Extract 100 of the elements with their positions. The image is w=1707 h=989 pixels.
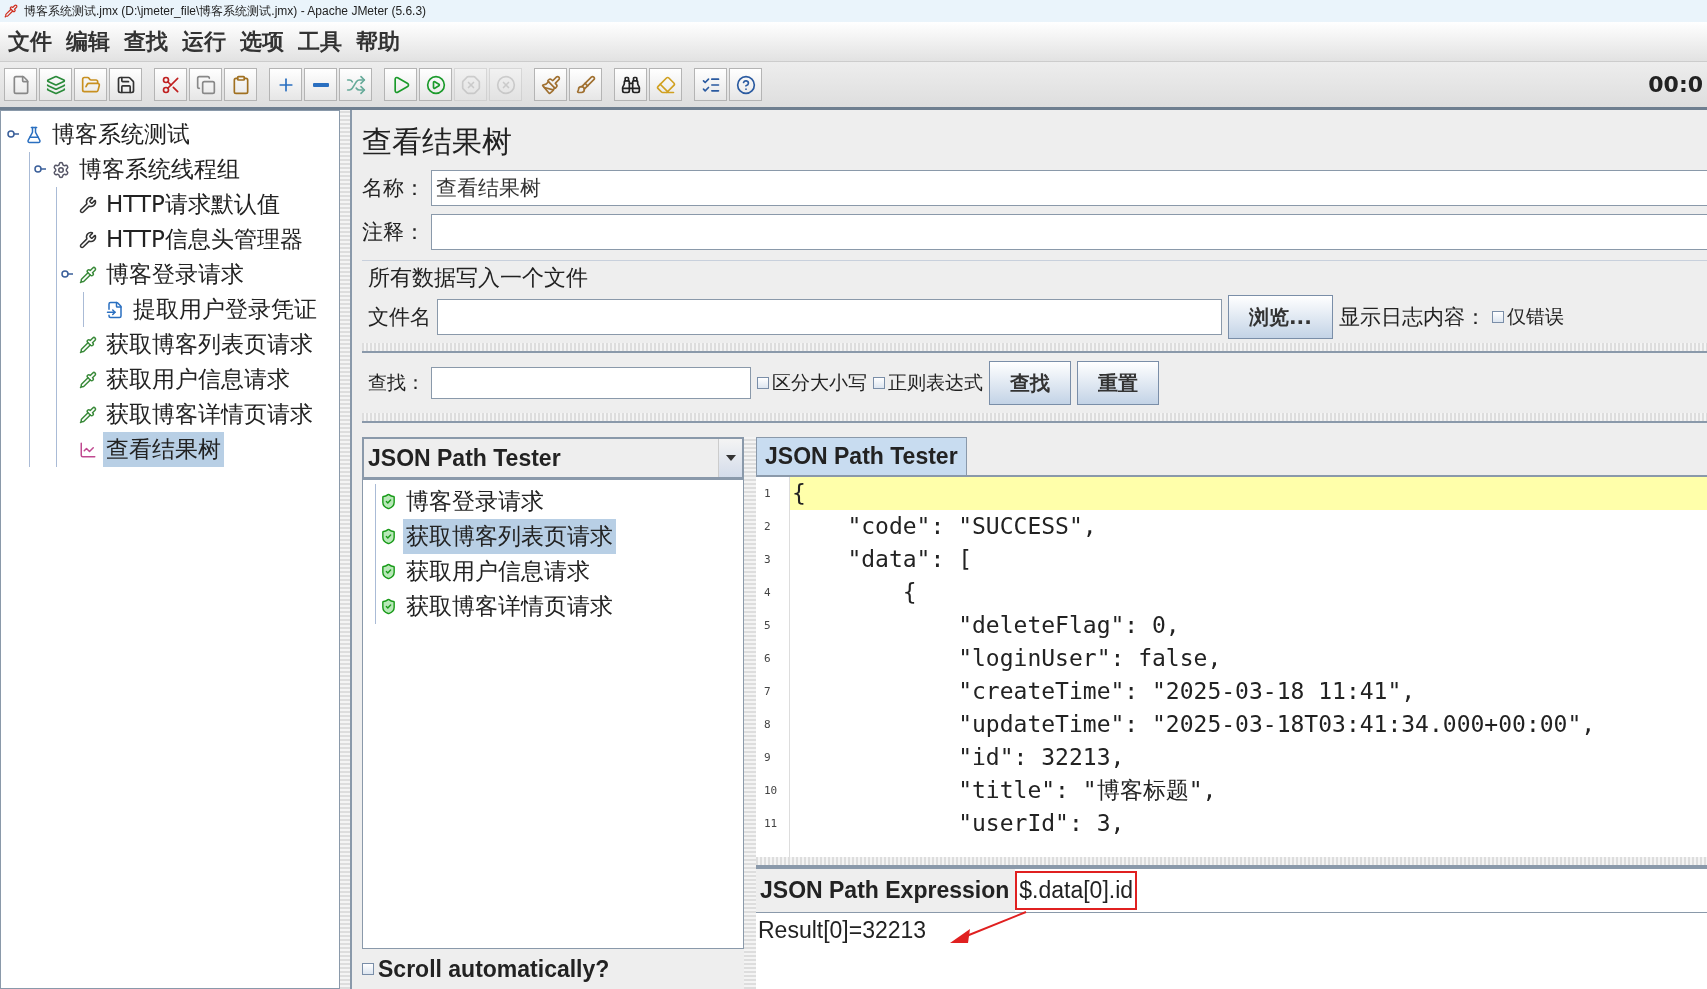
- binoculars-icon: [620, 74, 641, 95]
- line-number: 10: [763, 783, 779, 799]
- code-line: "data": [: [846, 545, 973, 574]
- menu-item[interactable]: 帮助: [356, 26, 400, 57]
- tree-item[interactable]: 博客系统线程组: [76, 152, 243, 187]
- shield-check-icon: [380, 598, 397, 615]
- save-icon: [115, 74, 136, 95]
- splitter-handle[interactable]: [362, 413, 1707, 423]
- line-number: 11: [763, 816, 779, 832]
- name-field[interactable]: 查看结果树: [431, 170, 1707, 206]
- menu-item[interactable]: 文件: [8, 26, 52, 57]
- pipette-icon: [79, 370, 97, 389]
- result-item[interactable]: 获取博客列表页请求: [403, 519, 616, 554]
- browse-button[interactable]: 浏览...: [1228, 295, 1333, 339]
- reset-button[interactable]: 重置: [1077, 361, 1159, 405]
- tree-item[interactable]: 提取用户登录凭证: [130, 292, 320, 327]
- splitter-handle[interactable]: [340, 110, 352, 989]
- line-number: 9: [763, 750, 772, 766]
- code-line: "updateTime": "2025-03-18T03:41:34.000+00:00",: [957, 710, 1597, 739]
- tree-item[interactable]: 获取用户信息请求: [103, 362, 293, 397]
- app-icon: [4, 4, 18, 18]
- renderer-dropdown[interactable]: JSON Path Tester: [362, 437, 744, 479]
- shield-check-icon: [380, 528, 397, 545]
- code-line: "id": 32213,: [957, 743, 1126, 772]
- splitter-handle[interactable]: [362, 343, 1707, 353]
- expanded-handle-icon[interactable]: [7, 128, 19, 140]
- line-number: 2: [763, 519, 772, 535]
- tree-item[interactable]: HTTP信息头管理器: [103, 222, 306, 257]
- window-title: 博客系统测试.jmx (D:\jmeter_file\博客系统测试.jmx) - Apache JMeter (5.6.3): [24, 2, 427, 20]
- expanded-handle-icon[interactable]: [34, 163, 46, 175]
- expanded-handle-icon[interactable]: [61, 268, 73, 280]
- code-line: {: [901, 578, 918, 607]
- line-number: 3: [763, 552, 772, 568]
- search-field[interactable]: [431, 367, 751, 399]
- menu-item[interactable]: 工具: [298, 26, 342, 57]
- toolbar-button[interactable]: [694, 68, 727, 101]
- shield-check-icon: [380, 493, 397, 510]
- result-item[interactable]: 博客登录请求: [403, 484, 547, 519]
- tree-item[interactable]: HTTP请求默认值: [103, 187, 283, 222]
- code-line: "createTime": "2025-03-18 11:41",: [957, 677, 1417, 706]
- line-number: 4: [763, 585, 772, 601]
- scroll-checkbox[interactable]: [362, 963, 374, 975]
- splitter-handle[interactable]: [756, 857, 1707, 867]
- code-line: "userId": 3,: [957, 809, 1126, 838]
- line-number: 6: [763, 651, 772, 667]
- pipette-icon: [79, 335, 97, 354]
- tree-item[interactable]: 查看结果树: [103, 432, 224, 467]
- tab[interactable]: JSON Path Tester: [756, 437, 967, 475]
- tree-item[interactable]: 获取博客列表页请求: [103, 327, 316, 362]
- toolbar-button[interactable]: [729, 68, 762, 101]
- regex-checkbox[interactable]: 正则表达式: [873, 370, 983, 396]
- stop-icon: [460, 74, 481, 95]
- scissors-icon: [160, 74, 181, 95]
- field-label: 查找：: [368, 370, 425, 395]
- comment-field[interactable]: [431, 214, 1707, 250]
- brush-icon: [540, 74, 561, 95]
- splitter-handle[interactable]: [744, 437, 756, 989]
- wrench-icon: [79, 195, 97, 214]
- chart-icon: [79, 440, 97, 459]
- code-line: "title": "博客标题",: [957, 776, 1218, 805]
- pipette-icon: [79, 405, 97, 424]
- field-label: 注释：: [362, 219, 425, 246]
- find-button[interactable]: 查找: [989, 361, 1071, 405]
- shuffle-icon: [345, 74, 366, 95]
- pipette-icon: [79, 265, 97, 284]
- menu-item[interactable]: 运行: [182, 26, 226, 57]
- menu-item[interactable]: 编辑: [66, 26, 110, 57]
- line-number: 8: [763, 717, 772, 733]
- copy-icon: [195, 74, 216, 95]
- field-label: 文件名: [368, 304, 431, 331]
- wrench-icon: [79, 230, 97, 249]
- flask-icon: [25, 125, 43, 144]
- tree-item[interactable]: 获取博客详情页请求: [103, 397, 316, 432]
- tree-item[interactable]: 博客登录请求: [103, 257, 247, 292]
- menu-item[interactable]: 选项: [240, 26, 284, 57]
- field-label: 名称：: [362, 175, 425, 202]
- filename-field[interactable]: [437, 299, 1222, 335]
- shield-check-icon: [380, 563, 397, 580]
- code-line: "loginUser": false,: [957, 644, 1223, 673]
- play-circle-icon: [425, 74, 446, 95]
- help-icon: [735, 74, 756, 95]
- tree-item[interactable]: 博客系统测试: [49, 117, 193, 152]
- expression-label: JSON Path Expression: [759, 877, 1010, 904]
- elapsed-timer: 00:0: [1648, 72, 1703, 97]
- toolbar-button[interactable]: [109, 68, 142, 101]
- expression-field[interactable]: $.data[0].id: [1015, 869, 1707, 912]
- case-sensitive-checkbox[interactable]: 区分大小写: [757, 370, 867, 396]
- menu-item[interactable]: 查找: [124, 26, 168, 57]
- panel-title: 查看结果树: [362, 123, 513, 161]
- result-item[interactable]: 获取用户信息请求: [403, 554, 593, 589]
- minus-icon: [312, 82, 329, 87]
- caret-icon: [725, 455, 736, 461]
- result-item[interactable]: 获取博客详情页请求: [403, 589, 616, 624]
- section-title: 所有数据写入一个文件: [367, 264, 589, 292]
- close-icon: [495, 74, 516, 95]
- code-line: "deleteFlag": 0,: [957, 611, 1181, 640]
- log-label: 显示日志内容：: [1338, 304, 1486, 331]
- toolbar-button[interactable]: [154, 68, 187, 101]
- errors-only-checkbox[interactable]: 仅错误: [1491, 304, 1564, 330]
- toolbar-button[interactable]: [614, 68, 647, 101]
